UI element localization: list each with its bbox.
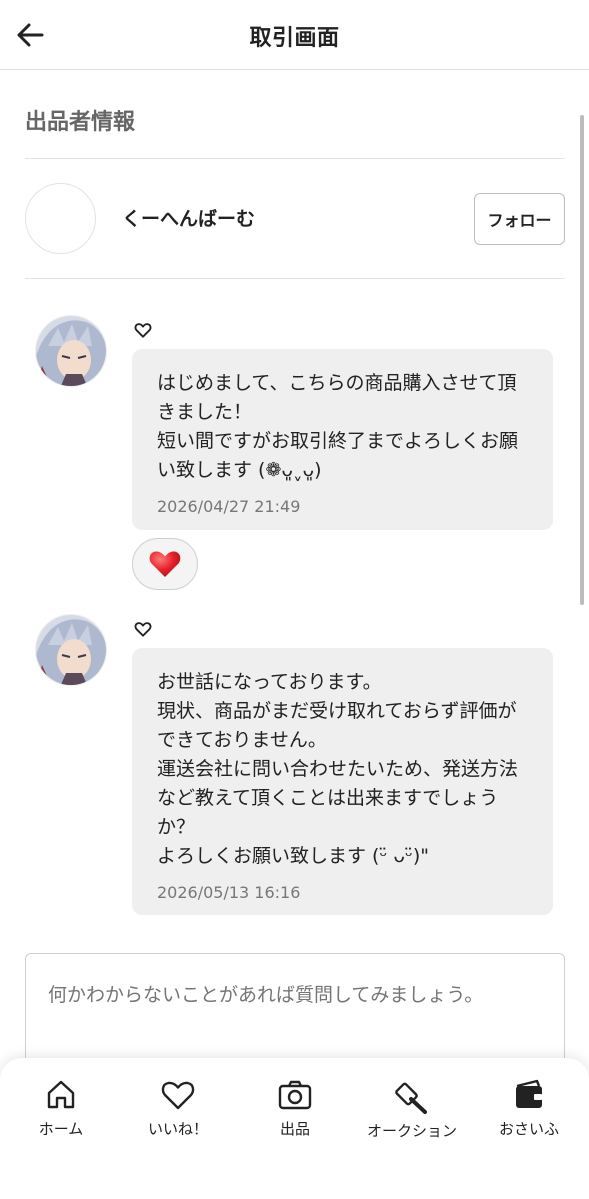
nav-home[interactable]: ホーム bbox=[2, 1078, 120, 1139]
bottom-nav: ホーム いいね！ 出品 オークション おさいふ bbox=[0, 1058, 589, 1199]
nav-label: オークション bbox=[366, 1122, 457, 1140]
camera-icon bbox=[278, 1080, 312, 1110]
buyer-avatar[interactable] bbox=[35, 315, 107, 387]
message-bubble: はじめまして、こちらの商品購入させて頂きました！ 短い間ですがお取引終了までよろ… bbox=[132, 349, 553, 530]
divider bbox=[25, 158, 565, 159]
message-timestamp: 2026/04/27 21:49 bbox=[157, 497, 301, 516]
nav-auction[interactable]: オークション bbox=[353, 1078, 471, 1141]
seller-section-title: 出品者情報 bbox=[25, 110, 136, 135]
home-icon bbox=[47, 1080, 75, 1109]
seller-name[interactable]: くーへんばーむ bbox=[122, 204, 255, 231]
nav-wallet[interactable]: おさいふ bbox=[470, 1078, 588, 1139]
divider bbox=[25, 278, 565, 279]
heart-icon bbox=[161, 1081, 195, 1110]
nav-sell[interactable]: 出品 bbox=[236, 1078, 354, 1139]
seller-avatar[interactable] bbox=[25, 183, 96, 254]
nav-label: いいね！ bbox=[147, 1120, 208, 1138]
page-title: 取引画面 bbox=[249, 26, 340, 51]
like-heart-icon[interactable] bbox=[133, 320, 153, 340]
nav-label: おさいふ bbox=[498, 1120, 559, 1138]
message-text: お世話になっております。 現状、商品がまだ受け取れておらず評価ができておりません… bbox=[157, 671, 519, 867]
heart-reaction[interactable] bbox=[132, 538, 198, 590]
red-heart-icon bbox=[149, 551, 181, 577]
buyer-avatar[interactable] bbox=[35, 614, 107, 686]
wallet-icon bbox=[516, 1079, 542, 1108]
transaction-screen: 取引画面 出品者情報 くーへんばーむ フォロー はじめまして、こちらの商品購入さ… bbox=[0, 0, 589, 1199]
nav-likes[interactable]: いいね！ bbox=[119, 1078, 237, 1139]
header: 取引画面 bbox=[0, 0, 589, 70]
message-text: はじめまして、こちらの商品購入させて頂きました！ 短い間ですがお取引終了までよろ… bbox=[157, 372, 519, 481]
gavel-icon bbox=[395, 1082, 427, 1114]
like-heart-icon[interactable] bbox=[133, 619, 153, 639]
nav-label: ホーム bbox=[38, 1120, 84, 1138]
scrollbar[interactable] bbox=[580, 115, 584, 605]
nav-label: 出品 bbox=[279, 1120, 310, 1138]
follow-button[interactable]: フォロー bbox=[474, 193, 565, 245]
message-timestamp: 2026/05/13 16:16 bbox=[157, 883, 301, 902]
message-bubble: お世話になっております。 現状、商品がまだ受け取れておらず評価ができておりません… bbox=[132, 648, 553, 915]
